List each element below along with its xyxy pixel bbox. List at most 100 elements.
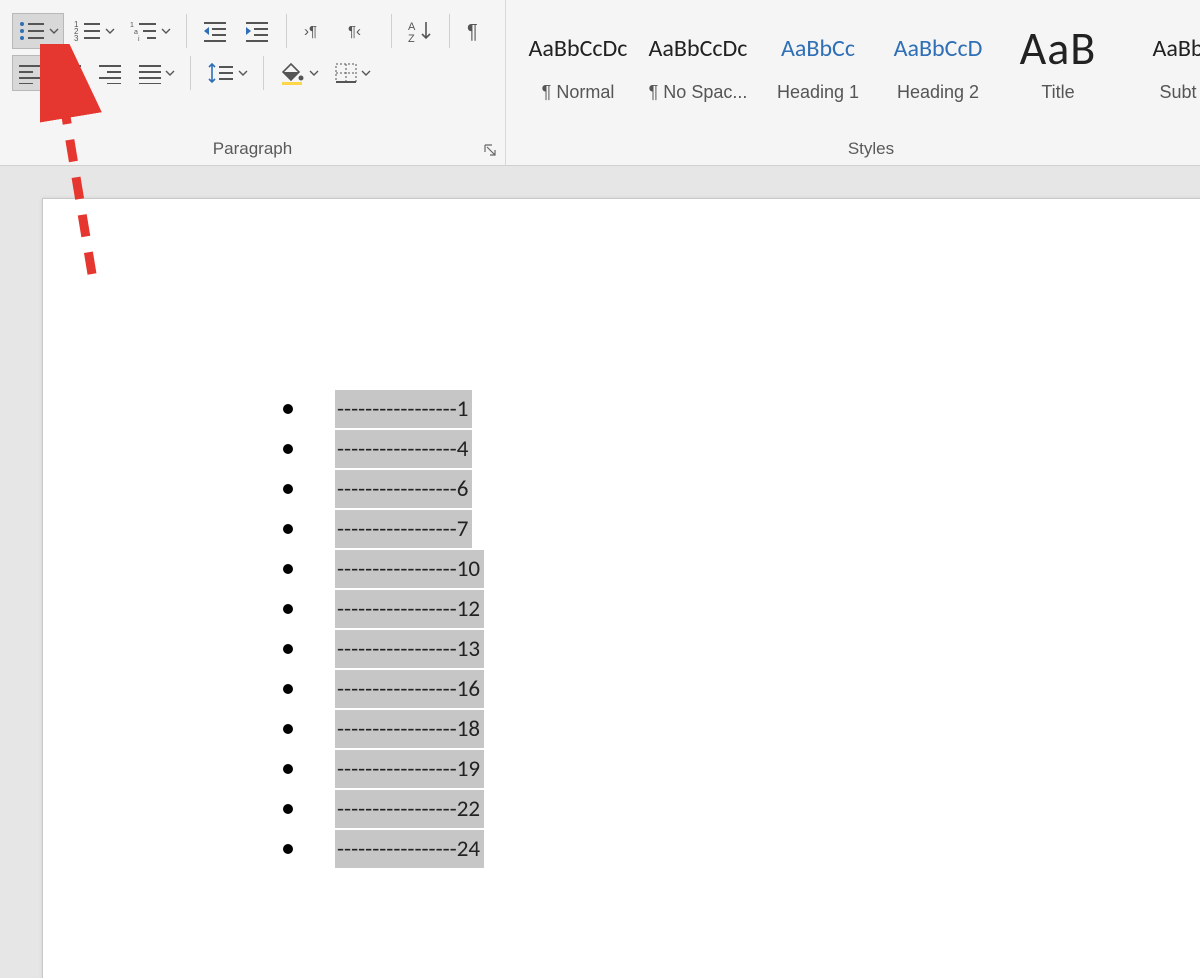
leader-dashes: ----------------- [337, 510, 457, 548]
style-item[interactable]: AaB Title [1000, 10, 1116, 110]
style-item[interactable]: AaBbSubt [1120, 10, 1200, 110]
list-item[interactable]: -----------------4 [283, 429, 484, 469]
style-gallery: AaBbCcDc¶ NormalAaBbCcDc¶ No Spac...AaBb… [520, 10, 1200, 118]
list-item[interactable]: -----------------22 [283, 789, 484, 829]
svg-text:Z: Z [408, 33, 415, 44]
bullet-icon [283, 644, 293, 654]
svg-text:A: A [408, 21, 416, 33]
align-justify-button[interactable] [132, 55, 180, 91]
align-left-button[interactable] [12, 55, 48, 91]
style-preview: AaBbCcD [894, 22, 983, 76]
style-name: Heading 1 [777, 82, 859, 103]
styles-group: AaBbCcDc¶ NormalAaBbCcDc¶ No Spac...AaBb… [506, 0, 1200, 165]
selected-text[interactable]: -----------------1 [335, 390, 472, 428]
leader-dashes: ----------------- [337, 390, 457, 428]
bullets-button[interactable] [12, 13, 64, 49]
bullet-icon [283, 844, 293, 854]
leader-dashes: ----------------- [337, 830, 457, 868]
svg-text:¶‹: ¶‹ [348, 23, 361, 40]
list-item[interactable]: -----------------18 [283, 709, 484, 749]
document-page[interactable]: -----------------1-----------------4----… [42, 198, 1200, 978]
chevron-down-icon [165, 62, 175, 84]
paragraph-row-1: 1 2 3 1 a i [12, 10, 493, 52]
borders-button[interactable] [328, 55, 376, 91]
style-preview: AaB [1020, 22, 1097, 76]
multilevel-list-button[interactable]: 1 a i [124, 13, 176, 49]
line-number: 18 [457, 710, 480, 748]
line-number: 19 [457, 750, 480, 788]
leader-dashes: ----------------- [337, 750, 457, 788]
bullet-icon [283, 564, 293, 574]
document-area: -----------------1-----------------4----… [0, 166, 1200, 978]
selected-text[interactable]: -----------------6 [335, 470, 472, 508]
line-spacing-button[interactable] [201, 55, 253, 91]
style-name: Title [1041, 82, 1074, 103]
decrease-indent-button[interactable] [196, 13, 234, 49]
line-number: 12 [457, 590, 480, 628]
ltr-direction-button[interactable]: ›¶ [297, 13, 337, 49]
list-item[interactable]: -----------------19 [283, 749, 484, 789]
styles-group-label: Styles [506, 139, 1200, 159]
bullet-icon [283, 604, 293, 614]
chevron-down-icon [105, 18, 115, 44]
selected-text[interactable]: -----------------22 [335, 790, 484, 828]
shading-button[interactable] [274, 55, 324, 91]
line-number: 16 [457, 670, 480, 708]
paragraph-group: 1 2 3 1 a i [0, 0, 506, 165]
list-item[interactable]: -----------------13 [283, 629, 484, 669]
line-number: 13 [457, 630, 480, 668]
style-item[interactable]: AaBbCcDc¶ Normal [520, 10, 636, 110]
bullet-icon [283, 484, 293, 494]
increase-indent-button[interactable] [238, 13, 276, 49]
leader-dashes: ----------------- [337, 590, 457, 628]
separator [263, 56, 264, 90]
leader-dashes: ----------------- [337, 670, 457, 708]
list-item[interactable]: -----------------1 [283, 389, 484, 429]
line-number: 22 [457, 790, 480, 828]
selected-text[interactable]: -----------------4 [335, 430, 472, 468]
rtl-direction-button[interactable]: ¶‹ [341, 13, 381, 49]
svg-text:1: 1 [130, 22, 134, 29]
style-item[interactable]: AaBbCc Heading 1 [760, 10, 876, 110]
list-item[interactable]: -----------------16 [283, 669, 484, 709]
line-number: 7 [457, 510, 469, 548]
align-right-button[interactable] [92, 55, 128, 91]
list-item[interactable]: -----------------24 [283, 829, 484, 869]
selected-text[interactable]: -----------------12 [335, 590, 484, 628]
line-number: 10 [457, 550, 480, 588]
selected-text[interactable]: -----------------16 [335, 670, 484, 708]
bullet-icon [283, 684, 293, 694]
numbering-button[interactable]: 1 2 3 [68, 13, 120, 49]
paragraph-dialog-launcher[interactable] [481, 141, 499, 159]
document-content[interactable]: -----------------1-----------------4----… [283, 389, 484, 869]
selected-text[interactable]: -----------------13 [335, 630, 484, 668]
line-number: 1 [457, 390, 469, 428]
style-item[interactable]: AaBbCcD Heading 2 [880, 10, 996, 110]
style-name: ¶ No Spac... [649, 82, 748, 103]
list-item[interactable]: -----------------12 [283, 589, 484, 629]
line-number: 4 [457, 430, 469, 468]
style-item[interactable]: AaBbCcDc¶ No Spac... [640, 10, 756, 110]
selected-text[interactable]: -----------------10 [335, 550, 484, 588]
bullet-icon [283, 444, 293, 454]
bullet-icon [283, 404, 293, 414]
chevron-down-icon [361, 62, 371, 84]
selected-text[interactable]: -----------------18 [335, 710, 484, 748]
show-hide-marks-button[interactable]: ¶ [459, 13, 493, 49]
selected-text[interactable]: -----------------7 [335, 510, 472, 548]
style-preview: AaBb [1152, 22, 1200, 76]
style-name: Heading 2 [897, 82, 979, 103]
list-item[interactable]: -----------------10 [283, 549, 484, 589]
align-center-button[interactable] [52, 55, 88, 91]
list-item[interactable]: -----------------7 [283, 509, 484, 549]
svg-text:¶: ¶ [467, 21, 478, 43]
style-preview: AaBbCcDc [529, 22, 628, 76]
list-item[interactable]: -----------------6 [283, 469, 484, 509]
selected-text[interactable]: -----------------19 [335, 750, 484, 788]
line-number: 6 [457, 470, 469, 508]
sort-button[interactable]: A Z [401, 13, 439, 49]
bullet-icon [283, 724, 293, 734]
ribbon: 1 2 3 1 a i [0, 0, 1200, 166]
style-preview: AaBbCc [781, 22, 855, 76]
selected-text[interactable]: -----------------24 [335, 830, 484, 868]
